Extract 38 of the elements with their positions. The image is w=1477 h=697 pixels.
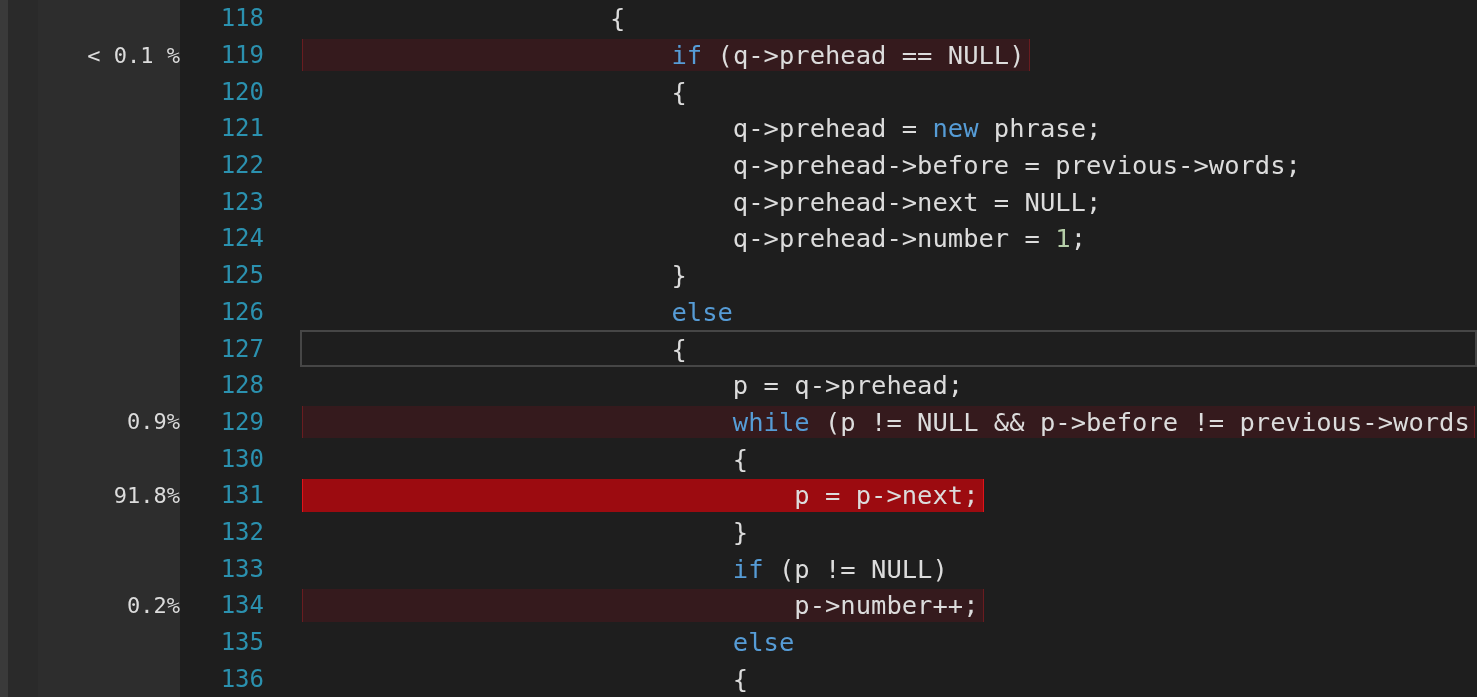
code-line: q->prehead->before = previous->words;: [731, 149, 1302, 182]
profiler-percentage: 91.8%: [113, 482, 180, 508]
line-number: 134: [220, 591, 264, 620]
profiler-percentage: 0.9%: [127, 409, 180, 435]
line-number: 127: [220, 334, 264, 363]
code-line: else: [670, 295, 734, 329]
code-line: {: [670, 75, 688, 109]
line-number: 121: [220, 114, 264, 143]
line-number: 135: [220, 628, 264, 657]
line-number: 136: [220, 664, 264, 693]
code-line: }: [731, 515, 750, 549]
code-line: q->prehead->next = NULL;: [731, 185, 1103, 219]
code-line: {: [731, 662, 750, 696]
line-number: 120: [220, 77, 264, 106]
code-line: p = q->prehead;: [731, 369, 965, 402]
line-number: 126: [220, 297, 264, 326]
code-line: q->prehead->number = 1;: [731, 222, 1087, 255]
line-number: 128: [220, 371, 264, 400]
line-number: 132: [220, 517, 264, 546]
code-line: {: [731, 442, 750, 475]
line-number: 119: [220, 41, 264, 70]
profiler-percentage: 0.2%: [127, 592, 180, 618]
profiler-percentage: < 0.1 %: [87, 42, 180, 68]
line-number: 129: [220, 407, 264, 436]
line-number: 122: [220, 151, 264, 180]
code-line: {: [609, 2, 627, 35]
line-number: 131: [220, 481, 264, 510]
code-line: {: [670, 332, 688, 365]
line-number: 123: [220, 187, 264, 216]
code-line: if (p != NULL): [731, 552, 949, 585]
code-line: else: [731, 626, 796, 659]
line-number: 118: [220, 4, 264, 33]
line-number: 124: [220, 224, 264, 253]
code-line: }: [670, 259, 688, 292]
line-number: 130: [220, 444, 264, 473]
line-number: 125: [220, 261, 264, 290]
line-number: 133: [220, 554, 264, 583]
code-line: q->prehead = new phrase;: [731, 112, 1103, 145]
